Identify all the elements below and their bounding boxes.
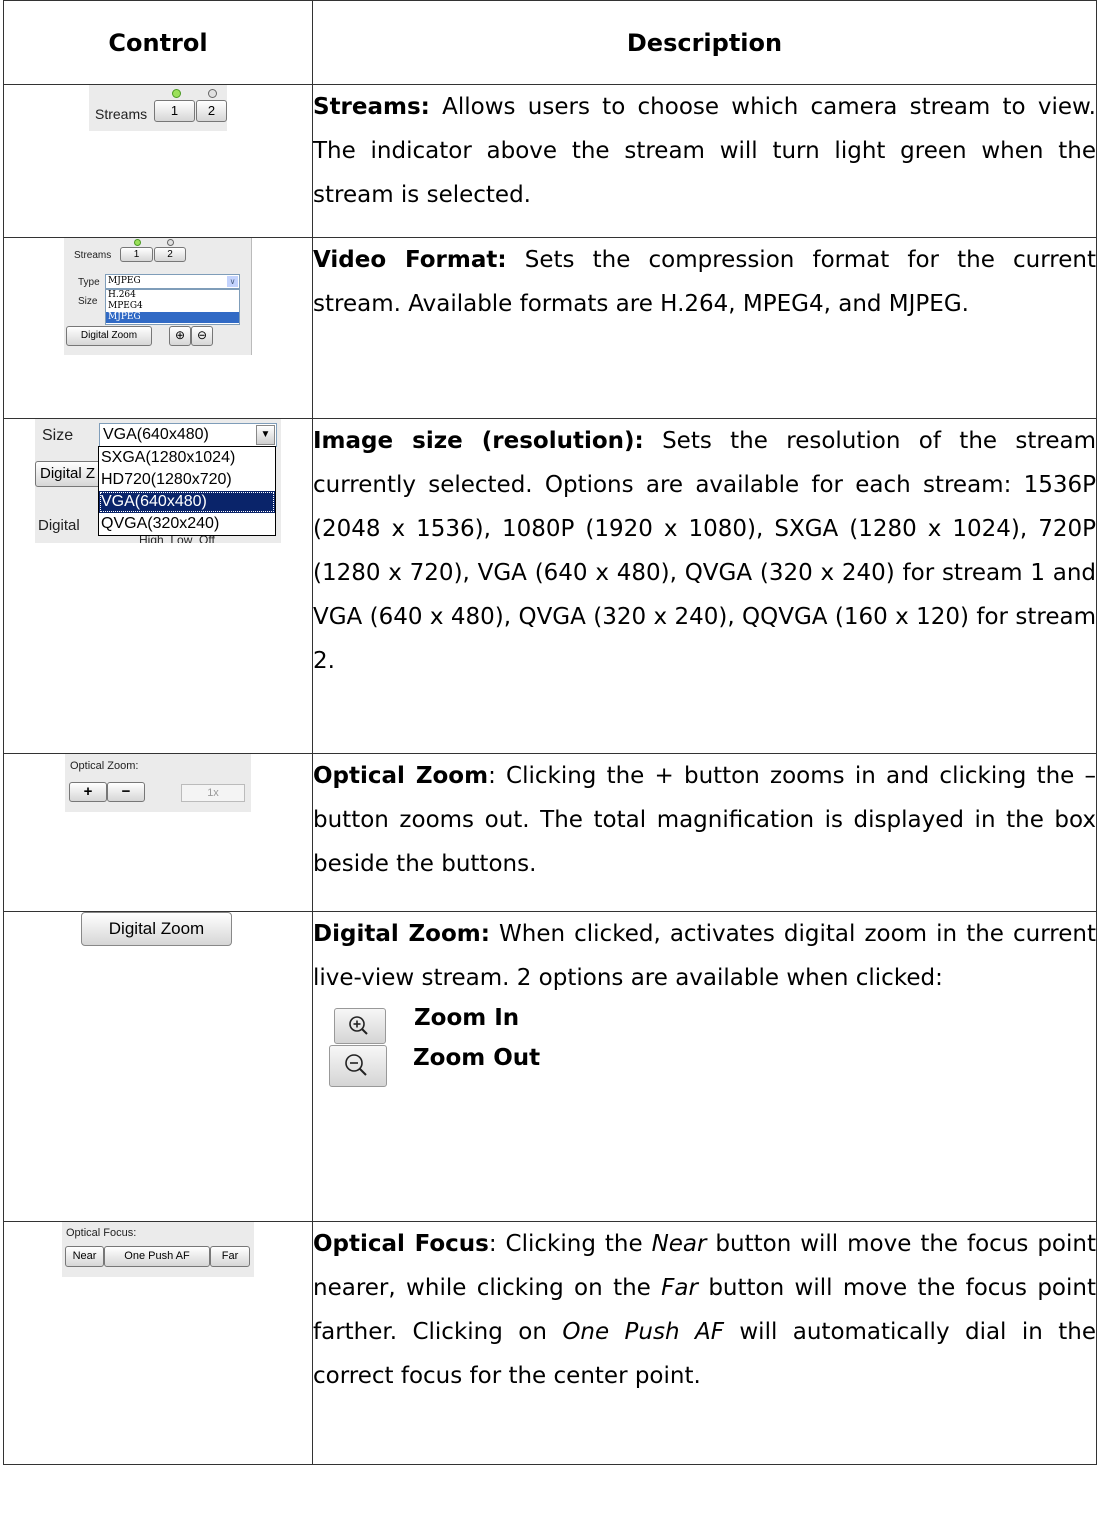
table-row: Optical Zoom: + − 1x Optical Zoom: Click…	[3, 753, 1097, 912]
control-cell: Streams 1 2 Type MJPEG ∨ Size H.264 MPEG…	[3, 237, 313, 419]
size-value: VGA(640x480)	[103, 426, 209, 443]
streams-widget: Streams 1 2	[89, 85, 227, 131]
table-row: Digital Zoom Digital Zoom: When clicked,…	[3, 911, 1097, 1222]
stream-2-indicator	[167, 239, 174, 246]
header-row: Control Description	[3, 0, 1097, 85]
row-text: Allows users to choose which camera stre…	[313, 94, 1096, 208]
type-dropdown-list: H.264 MPEG4 MJPEG	[105, 289, 240, 325]
zoom-in-icon[interactable]: ⊕	[169, 326, 191, 346]
description-cell: Digital Zoom: When clicked, activates di…	[312, 911, 1097, 1222]
row-title: Image size (resolution):	[313, 428, 644, 454]
control-cell: Digital Zoom	[3, 911, 313, 1222]
row-title: Streams:	[313, 94, 430, 120]
row-text: Sets the resolution of the stream curren…	[313, 428, 1096, 674]
table-row: Optical Focus: Near One Push AF Far Opti…	[3, 1221, 1097, 1465]
stream-2-button[interactable]: 2	[154, 247, 186, 262]
digital-zoom-widget: Digital Zoom	[81, 912, 235, 948]
row-title: Digital Zoom:	[313, 921, 490, 947]
header-control: Control	[3, 0, 313, 85]
description-cell: Optical Zoom: Clicking the + button zoom…	[312, 753, 1097, 912]
zoom-in-icon[interactable]	[334, 1008, 386, 1044]
zoom-out-icon[interactable]	[329, 1045, 387, 1087]
one-push-af-button[interactable]: One Push AF	[104, 1246, 210, 1267]
control-cell: Optical Zoom: + − 1x	[3, 753, 313, 912]
control-cell: Size VGA(640x480) ▼ Digital Z Digital Hi…	[3, 418, 313, 754]
chevron-down-icon[interactable]: ▼	[256, 425, 275, 445]
type-label: Type	[78, 277, 100, 288]
zoom-out-icon[interactable]: ⊖	[191, 326, 213, 346]
near-term: Near	[651, 1231, 707, 1257]
type-select[interactable]: MJPEG ∨	[105, 274, 240, 289]
near-button[interactable]: Near	[65, 1246, 104, 1267]
table-row: Size VGA(640x480) ▼ Digital Z Digital Hi…	[3, 418, 1097, 754]
row-title: Optical Zoom	[313, 763, 489, 789]
size-option[interactable]: SXGA(1280x1024)	[99, 447, 275, 469]
table-row: Streams 1 2 Type MJPEG ∨ Size H.264 MPEG…	[3, 237, 1097, 419]
zoom-out-item: Zoom Out	[329, 1044, 1096, 1088]
size-option[interactable]: VGA(640x480)	[99, 491, 275, 513]
stream-2-button[interactable]: 2	[196, 100, 227, 122]
zoom-in-label: Zoom In	[414, 1005, 520, 1031]
type-option[interactable]: MJPEG	[106, 312, 239, 323]
description-cell: Streams: Allows users to choose which ca…	[312, 84, 1097, 238]
zoom-out-label: Zoom Out	[413, 1045, 541, 1071]
streams-label: Streams	[74, 250, 112, 261]
table-row: Streams 1 2 Streams: Allows users to cho…	[3, 84, 1097, 238]
video-format-widget: Streams 1 2 Type MJPEG ∨ Size H.264 MPEG…	[64, 238, 252, 355]
controls-table: Control Description Streams 1 2 Streams:…	[3, 0, 1097, 1465]
control-cell: Streams 1 2	[3, 84, 313, 238]
optical-zoom-widget: Optical Zoom: + − 1x	[65, 754, 251, 812]
stream-2-indicator	[208, 89, 217, 98]
digital-label: Digital	[38, 517, 80, 534]
one-push-af-term: One Push AF	[562, 1319, 724, 1345]
digital-zoom-button[interactable]: Digital Zoom	[81, 912, 232, 946]
row-title: Optical Focus	[313, 1231, 489, 1257]
optical-zoom-label: Optical Zoom:	[70, 760, 139, 772]
size-label: Size	[78, 296, 98, 307]
header-description: Description	[312, 0, 1097, 85]
digital-zoom-button[interactable]: Digital Zoom	[66, 326, 152, 346]
size-select[interactable]: VGA(640x480) ▼	[99, 423, 277, 447]
image-size-widget: Size VGA(640x480) ▼ Digital Z Digital Hi…	[35, 419, 281, 543]
far-term: Far	[661, 1275, 698, 1301]
type-option[interactable]: MPEG4	[106, 301, 239, 312]
type-value: MJPEG	[108, 276, 141, 286]
stream-1-button[interactable]: 1	[120, 247, 153, 262]
optical-focus-widget: Optical Focus: Near One Push AF Far	[62, 1222, 254, 1277]
zoom-minus-button[interactable]: −	[107, 782, 145, 802]
control-cell: Optical Focus: Near One Push AF Far	[3, 1221, 313, 1465]
size-option[interactable]: HD720(1280x720)	[99, 469, 275, 491]
streams-label: Streams	[95, 106, 148, 122]
description-cell: Image size (resolution): Sets the resolu…	[312, 418, 1097, 754]
row-text: : Clicking the	[488, 1231, 652, 1257]
row-title: Video Format:	[313, 247, 507, 273]
chevron-down-icon[interactable]: ∨	[227, 276, 238, 287]
size-option[interactable]: QVGA(320x240)	[99, 513, 275, 535]
size-dropdown-list: SXGA(1280x1024) HD720(1280x720) VGA(640x…	[98, 446, 276, 536]
optical-focus-label: Optical Focus:	[66, 1227, 137, 1239]
magnification-field: 1x	[181, 784, 245, 802]
description-cell: Optical Focus: Clicking the Near button …	[312, 1221, 1097, 1465]
size-label: Size	[42, 427, 74, 444]
far-button[interactable]: Far	[210, 1246, 250, 1267]
stream-1-indicator	[134, 239, 141, 246]
stream-1-indicator	[172, 89, 181, 98]
stream-1-button[interactable]: 1	[154, 100, 195, 122]
type-option[interactable]: H.264	[106, 290, 239, 301]
description-cell: Video Format: Sets the compression forma…	[312, 237, 1097, 419]
zoom-plus-button[interactable]: +	[69, 782, 107, 802]
